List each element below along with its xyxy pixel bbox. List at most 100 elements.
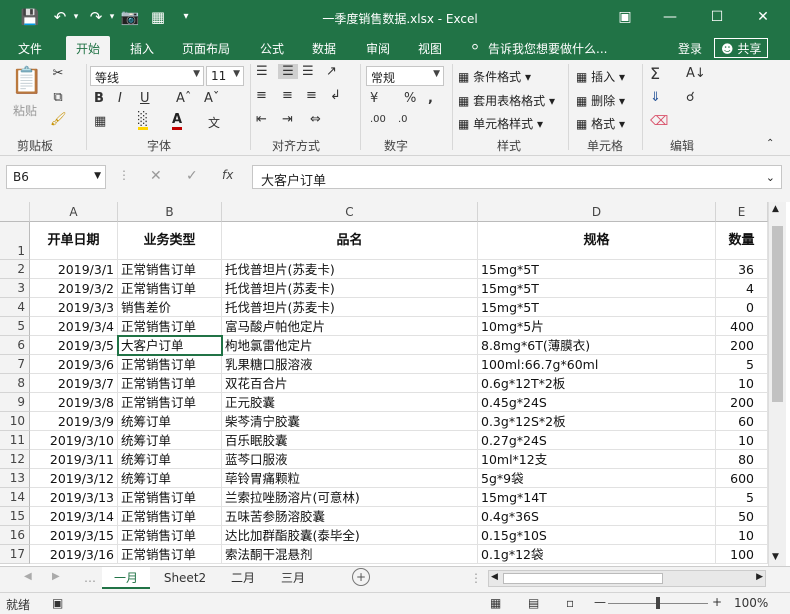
table-cell[interactable]: 统筹订单 xyxy=(118,431,222,450)
table-cell[interactable]: 2019/3/5 xyxy=(30,336,118,355)
row-header[interactable]: 17 xyxy=(0,545,30,564)
table-cell[interactable]: 达比加群酯胶囊(泰毕全) xyxy=(222,526,478,545)
table-cell[interactable]: 双花百合片 xyxy=(222,374,478,393)
table-cell[interactable]: 2019/3/3 xyxy=(30,298,118,317)
row-header[interactable]: 14 xyxy=(0,488,30,507)
row-header[interactable]: 16 xyxy=(0,526,30,545)
table-cell[interactable]: 正常销售订单 xyxy=(118,545,222,564)
table-cell[interactable]: 正常销售订单 xyxy=(118,374,222,393)
paste-button[interactable]: 粘贴 xyxy=(13,102,37,119)
column-header-d[interactable]: D xyxy=(478,202,716,222)
close-button[interactable]: ✕ xyxy=(748,6,778,28)
row-header[interactable]: 1 xyxy=(0,222,30,260)
tab-insert[interactable]: 插入 xyxy=(130,40,154,57)
table-cell[interactable]: 200 xyxy=(716,393,768,412)
table-cell[interactable]: 0.4g*36S xyxy=(478,507,716,526)
currency-icon[interactable]: ¥ xyxy=(370,91,378,106)
font-name-select[interactable]: 等线 ▼ xyxy=(90,66,204,86)
worksheet-grid[interactable]: A B C D E 1 开单日期 业务类型 品名 规格 数量 2 2019/3/1 正常销售订单 托伐普坦片… xyxy=(0,202,790,566)
table-cell[interactable]: 柴芩清宁胶囊 xyxy=(222,412,478,431)
tab-review[interactable]: 审阅 xyxy=(366,40,390,57)
scroll-down-icon[interactable]: ▼ xyxy=(772,552,779,562)
row-header[interactable]: 9 xyxy=(0,393,30,412)
more-sheets-icon[interactable]: … xyxy=(84,571,96,585)
save-icon[interactable]: 💾 xyxy=(20,8,40,26)
font-color-icon[interactable]: A xyxy=(172,112,183,130)
row-header[interactable]: 13 xyxy=(0,469,30,488)
row-header[interactable]: 11 xyxy=(0,431,30,450)
table-cell[interactable]: 2019/3/10 xyxy=(30,431,118,450)
table-cell[interactable]: 枸地氯雷他定片 xyxy=(222,336,478,355)
header-cell[interactable]: 业务类型 xyxy=(118,222,222,260)
format-cells-button[interactable]: ▦ 格式 ▾ xyxy=(576,115,625,132)
insert-cells-button[interactable]: ▦ 插入 ▾ xyxy=(576,68,625,85)
table-cell[interactable]: 0 xyxy=(716,298,768,317)
table-cell[interactable]: 100ml:66.7g*60ml xyxy=(478,355,716,374)
header-cell[interactable]: 数量 xyxy=(716,222,768,260)
decrease-indent-icon[interactable]: ⇤ xyxy=(256,112,267,127)
scroll-up-icon[interactable]: ▲ xyxy=(772,204,779,214)
table-cell[interactable]: 统筹订单 xyxy=(118,450,222,469)
next-sheet-icon[interactable]: ▶ xyxy=(52,571,60,582)
ribbon-display-icon[interactable]: ▣ xyxy=(610,6,640,28)
copy-icon[interactable]: ⧉ xyxy=(50,90,66,105)
minimize-button[interactable]: — xyxy=(655,6,685,28)
sort-filter-icon[interactable]: A↓ xyxy=(686,66,706,81)
table-cell[interactable]: 36 xyxy=(716,260,768,279)
fill-color-icon[interactable]: ░ xyxy=(138,112,148,130)
table-cell[interactable]: 索法酮干混悬剂 xyxy=(222,545,478,564)
scroll-thumb[interactable] xyxy=(772,226,783,402)
table-cell[interactable]: 2019/3/6 xyxy=(30,355,118,374)
format-table-button[interactable]: ▦ 套用表格格式 ▾ xyxy=(458,92,555,109)
conditional-format-button[interactable]: ▦ 条件格式 ▾ xyxy=(458,68,531,85)
table-cell[interactable]: 五味苦参肠溶胶囊 xyxy=(222,507,478,526)
clear-icon[interactable]: ⌫ xyxy=(650,114,668,129)
sheet-tab-mar[interactable]: 三月 xyxy=(270,567,316,589)
table-cell[interactable]: 100 xyxy=(716,545,768,564)
table-cell[interactable]: 2019/3/11 xyxy=(30,450,118,469)
share-button[interactable]: ☻ 共享 xyxy=(714,38,769,58)
hscroll-thumb[interactable] xyxy=(503,573,663,584)
increase-decimal-icon[interactable]: .00 xyxy=(370,114,386,125)
zoom-level[interactable]: 100% xyxy=(734,596,768,610)
add-sheet-icon[interactable]: + xyxy=(352,568,370,586)
header-cell[interactable]: 开单日期 xyxy=(30,222,118,260)
align-right-icon[interactable]: ≡ xyxy=(306,88,317,103)
autosum-icon[interactable]: Σ xyxy=(650,64,660,83)
table-cell[interactable]: 600 xyxy=(716,469,768,488)
row-header[interactable]: 3 xyxy=(0,279,30,298)
scroll-left-icon[interactable]: ◀ xyxy=(491,572,498,582)
maximize-button[interactable]: ☐ xyxy=(702,6,732,28)
select-all-corner[interactable] xyxy=(0,202,30,222)
formula-input[interactable]: 大客户订单 ⌄ xyxy=(252,165,782,189)
table-cell[interactable]: 蓝芩口服液 xyxy=(222,450,478,469)
row-header[interactable]: 4 xyxy=(0,298,30,317)
shrink-font-icon[interactable]: Aˇ xyxy=(204,91,219,106)
column-header-b[interactable]: B xyxy=(118,202,222,222)
table-cell[interactable]: 百乐眠胶囊 xyxy=(222,431,478,450)
table-cell[interactable]: 2019/3/7 xyxy=(30,374,118,393)
header-cell[interactable]: 品名 xyxy=(222,222,478,260)
redo-dropdown-icon[interactable]: ▾ xyxy=(102,8,122,26)
table-cell[interactable]: 15mg*5T xyxy=(478,260,716,279)
table-cell[interactable]: 销售差价 xyxy=(118,298,222,317)
paste-icon[interactable]: 📋 xyxy=(10,66,44,98)
underline-icon[interactable]: U xyxy=(140,91,150,106)
tab-formulas[interactable]: 公式 xyxy=(260,40,284,57)
sheet-tab-jan[interactable]: 一月 xyxy=(102,567,150,589)
table-cell[interactable]: 统筹订单 xyxy=(118,469,222,488)
row-header[interactable]: 10 xyxy=(0,412,30,431)
zoom-in-icon[interactable]: + xyxy=(712,595,722,609)
table-cell[interactable]: 统筹订单 xyxy=(118,412,222,431)
table-cell[interactable]: 正常销售订单 xyxy=(118,317,222,336)
column-header-a[interactable]: A xyxy=(30,202,118,222)
grow-font-icon[interactable]: Aˆ xyxy=(176,91,191,106)
table-cell[interactable]: 2019/3/15 xyxy=(30,526,118,545)
table-cell[interactable]: 5 xyxy=(716,355,768,374)
table-cell[interactable]: 200 xyxy=(716,336,768,355)
phonetic-icon[interactable]: 文 xyxy=(208,114,220,131)
sheet-tab-sheet2[interactable]: Sheet2 xyxy=(154,567,216,589)
camera-icon[interactable]: 📷 xyxy=(120,8,140,26)
tab-data[interactable]: 数据 xyxy=(312,40,336,57)
table-cell[interactable]: 50 xyxy=(716,507,768,526)
